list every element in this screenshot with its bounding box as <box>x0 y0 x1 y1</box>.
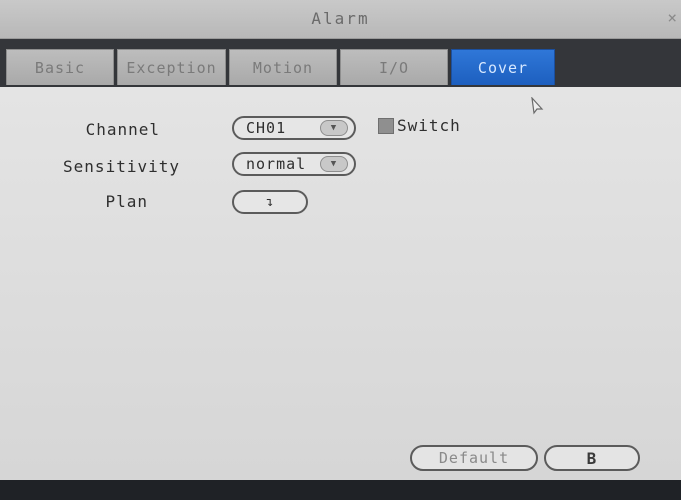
tab-cover[interactable]: Cover <box>451 49 555 85</box>
cover-settings-panel <box>0 87 681 480</box>
chevron-down-icon[interactable]: ▼ <box>320 120 348 136</box>
sensitivity-select-value: normal <box>246 155 307 173</box>
save-icon: B <box>586 448 598 468</box>
save-button[interactable]: B <box>544 445 640 471</box>
tab-basic[interactable]: Basic <box>6 49 114 85</box>
bottom-edge <box>0 480 681 500</box>
sensitivity-select[interactable]: normal ▼ <box>232 152 356 176</box>
chevron-down-icon[interactable]: ▼ <box>320 156 348 172</box>
tab-bar: Basic Exception Motion I/O Cover <box>0 39 681 87</box>
window-title: Alarm <box>311 9 370 28</box>
sensitivity-label: Sensitivity <box>63 157 180 176</box>
title-bar: Alarm × <box>0 0 681 39</box>
channel-select[interactable]: CH01 ▼ <box>232 116 356 140</box>
plan-label: Plan <box>105 192 148 211</box>
switch-checkbox[interactable] <box>378 118 394 134</box>
switch-label: Switch <box>397 116 461 135</box>
channel-select-value: CH01 <box>246 119 287 137</box>
tab-motion[interactable]: Motion <box>229 49 337 85</box>
plan-button[interactable]: ↴ <box>232 190 308 214</box>
alarm-window: Alarm × Basic Exception Motion I/O Cover… <box>0 0 681 500</box>
tab-io[interactable]: I/O <box>340 49 448 85</box>
mouse-cursor-icon <box>531 97 544 115</box>
channel-label: Channel <box>85 120 160 139</box>
arrow-icon: ↴ <box>265 194 275 210</box>
tab-exception[interactable]: Exception <box>117 49 226 85</box>
close-icon[interactable]: × <box>667 8 677 27</box>
default-button[interactable]: Default <box>410 445 538 471</box>
